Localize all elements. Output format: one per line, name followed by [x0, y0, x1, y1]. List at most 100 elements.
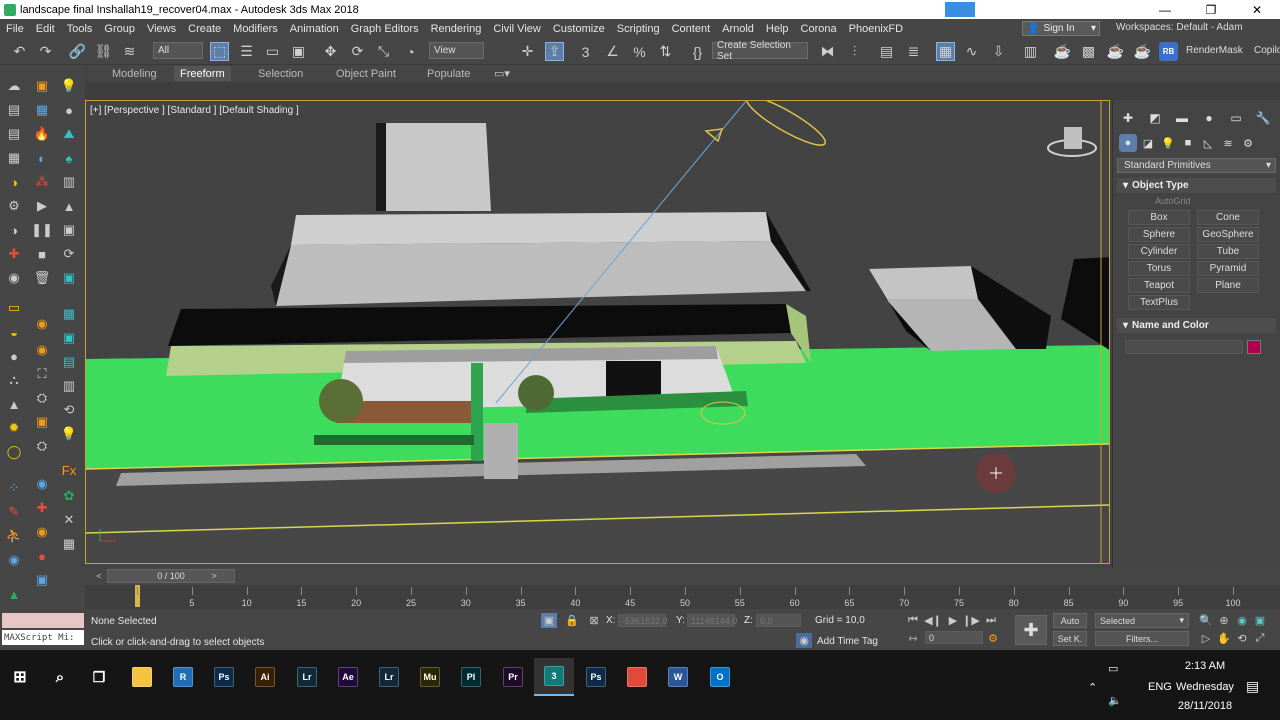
- tool-icon-34[interactable]: ⛭: [33, 437, 51, 455]
- menu-arnold[interactable]: Arnold: [716, 23, 760, 35]
- tool-icon-9[interactable]: ◐: [33, 149, 51, 167]
- menu-create[interactable]: Create: [182, 23, 227, 35]
- hierarchy-tab-icon[interactable]: ▬: [1172, 108, 1192, 128]
- named-selection-dropdown[interactable]: Create Selection Set: [712, 40, 808, 62]
- tab-selection[interactable]: Selection: [252, 66, 309, 81]
- start-button[interactable]: ⊞: [0, 658, 40, 696]
- tray-chevron-icon[interactable]: ⌃: [1088, 681, 1097, 694]
- tool-icon-44[interactable]: ◉: [5, 551, 23, 569]
- window-crossing-icon[interactable]: ▣: [289, 42, 308, 61]
- menu-modifiers[interactable]: Modifiers: [227, 23, 284, 35]
- move-icon[interactable]: ✥: [321, 42, 340, 61]
- tool-icon-12[interactable]: ▲: [60, 197, 78, 215]
- curve-editor-icon[interactable]: ∿: [962, 42, 981, 61]
- rendered-frame-icon[interactable]: ▩: [1079, 42, 1098, 61]
- tool-icon-15[interactable]: ✚: [5, 245, 23, 263]
- create-tab-icon[interactable]: ✚: [1118, 108, 1138, 128]
- geosphere-button[interactable]: GeoSphere: [1197, 227, 1259, 242]
- notifications-icon[interactable]: ▤: [1246, 678, 1259, 695]
- select-object-icon[interactable]: ⬚: [210, 42, 229, 61]
- key-mode-icon[interactable]: ⇿: [905, 631, 921, 646]
- particles-icon[interactable]: ⁂: [33, 173, 51, 191]
- render-mask-label[interactable]: RenderMask: [1186, 45, 1243, 56]
- plant-icon[interactable]: ✿: [60, 487, 78, 505]
- network-icon[interactable]: ▭: [1108, 662, 1118, 675]
- reference-coordinate-dropdown[interactable]: View: [429, 42, 484, 59]
- shapes-icon[interactable]: ◪: [1139, 134, 1157, 152]
- maxscript-mini-listener[interactable]: MAXScript Mi:: [2, 630, 84, 645]
- modify-tab-icon[interactable]: ◩: [1145, 108, 1165, 128]
- tool-icon-21[interactable]: ▦: [60, 305, 78, 323]
- taskbar-app-photoshop-2[interactable]: Ps: [576, 658, 616, 696]
- menu-customize[interactable]: Customize: [547, 23, 611, 35]
- go-to-start-icon[interactable]: ⏮: [905, 613, 921, 628]
- play-animation-icon[interactable]: ▶: [945, 613, 961, 628]
- display-tab-icon[interactable]: ▭: [1226, 108, 1246, 128]
- tool-icon-24[interactable]: ◉: [33, 341, 51, 359]
- zoom-extents-icon[interactable]: ◉: [1234, 613, 1250, 628]
- scene-explorer-icon[interactable]: ▤: [877, 42, 896, 61]
- textplus-button[interactable]: TextPlus: [1128, 295, 1190, 310]
- task-view-button[interactable]: ❐: [79, 658, 119, 696]
- tool-icon-36[interactable]: ⁘: [5, 479, 23, 497]
- previous-frame-icon[interactable]: ◀❙: [924, 613, 942, 628]
- category-dropdown[interactable]: Standard Primitives ▾: [1117, 158, 1276, 173]
- tool-icon-27[interactable]: ⛶: [33, 365, 51, 383]
- helpers-icon[interactable]: ◺: [1199, 134, 1217, 152]
- zoom-all-icon[interactable]: ⊕: [1216, 613, 1232, 628]
- next-frame-arrow-icon[interactable]: >: [207, 570, 221, 582]
- set-key-button[interactable]: Set K.: [1053, 631, 1087, 646]
- menu-group[interactable]: Group: [98, 23, 141, 35]
- tool-icon-25[interactable]: ▤: [60, 353, 78, 371]
- key-filter-dropdown[interactable]: Selected ▾: [1095, 613, 1189, 628]
- menu-civil-view[interactable]: Civil View: [487, 23, 546, 35]
- menu-phoenixfd[interactable]: PhoenixFD: [843, 23, 909, 35]
- maximize-viewport-icon[interactable]: ⤢: [1252, 631, 1268, 646]
- menu-rendering[interactable]: Rendering: [425, 23, 488, 35]
- perspective-viewport[interactable]: [+] [Perspective ] [Standard ] [Default …: [85, 100, 1110, 564]
- space-warps-icon[interactable]: ≋: [1219, 134, 1237, 152]
- pause-icon[interactable]: ❚❚: [31, 221, 53, 239]
- workspaces-selector[interactable]: Workspaces: Default - Adam: [1116, 22, 1243, 33]
- tool-icon-37[interactable]: ◉: [33, 475, 51, 493]
- tool-icon-11[interactable]: ⚙: [5, 197, 23, 215]
- tool-icon-42[interactable]: ◉: [33, 523, 51, 541]
- tool-icon-39[interactable]: ✚: [33, 499, 51, 517]
- edit-named-selection-icon[interactable]: {}: [688, 42, 707, 61]
- geometry-icon[interactable]: ●: [1119, 134, 1137, 152]
- light-bulb-icon[interactable]: 💡: [60, 77, 78, 95]
- plane-button[interactable]: Plane: [1197, 278, 1259, 293]
- sphere-button[interactable]: Sphere: [1128, 227, 1190, 242]
- autogrid-checkbox[interactable]: AutoGrid: [1155, 196, 1191, 206]
- schematic-view-icon[interactable]: ⇩: [989, 42, 1008, 61]
- render-mask-icon[interactable]: RB: [1159, 42, 1178, 61]
- time-tag-icon[interactable]: ◉: [796, 633, 812, 648]
- systems-icon[interactable]: ⚙: [1239, 134, 1257, 152]
- layer-explorer-icon[interactable]: ≣: [904, 42, 923, 61]
- prev-frame-arrow-icon[interactable]: <: [92, 570, 106, 582]
- key-filters-button[interactable]: Filters...: [1095, 631, 1189, 646]
- tree-icon[interactable]: ♠: [60, 149, 78, 167]
- cone-icon[interactable]: ▲: [5, 395, 23, 413]
- tool-icon-38[interactable]: ✎: [5, 503, 23, 521]
- taskbar-app-lightroom-2[interactable]: Lr: [369, 658, 409, 696]
- field-of-view-icon[interactable]: ▷: [1198, 631, 1214, 646]
- taskbar-app-outlook[interactable]: O: [700, 658, 740, 696]
- menu-graph-editors[interactable]: Graph Editors: [345, 23, 425, 35]
- isolate-selection-icon[interactable]: ▣: [541, 613, 557, 628]
- taskbar-app-3ds-max[interactable]: 3: [534, 658, 574, 696]
- object-color-swatch[interactable]: [1247, 340, 1261, 354]
- track-bar[interactable]: 5 10 15 20 25 30 35 40 45 50 55 60 65 70 75 80 85 90 95 100: [85, 585, 1280, 609]
- render-production-icon[interactable]: ☕: [1106, 42, 1125, 61]
- clock-date[interactable]: 28/11/2018: [1168, 700, 1242, 712]
- bind-space-warp-icon[interactable]: ≋: [120, 42, 139, 61]
- sun-icon[interactable]: ✹: [5, 419, 23, 437]
- taskbar-app-premiere[interactable]: Pr: [493, 658, 533, 696]
- tool-icon-47[interactable]: ▲: [5, 585, 23, 603]
- next-frame-icon[interactable]: ❙▶: [962, 613, 980, 628]
- tab-object-paint[interactable]: Object Paint: [330, 66, 402, 81]
- taskbar-app-muse[interactable]: Mu: [410, 658, 450, 696]
- menu-content[interactable]: Content: [666, 23, 717, 35]
- render-setup-icon[interactable]: ☕: [1053, 42, 1072, 61]
- viewport-label[interactable]: [+] [Perspective ] [Standard ] [Default …: [90, 105, 299, 116]
